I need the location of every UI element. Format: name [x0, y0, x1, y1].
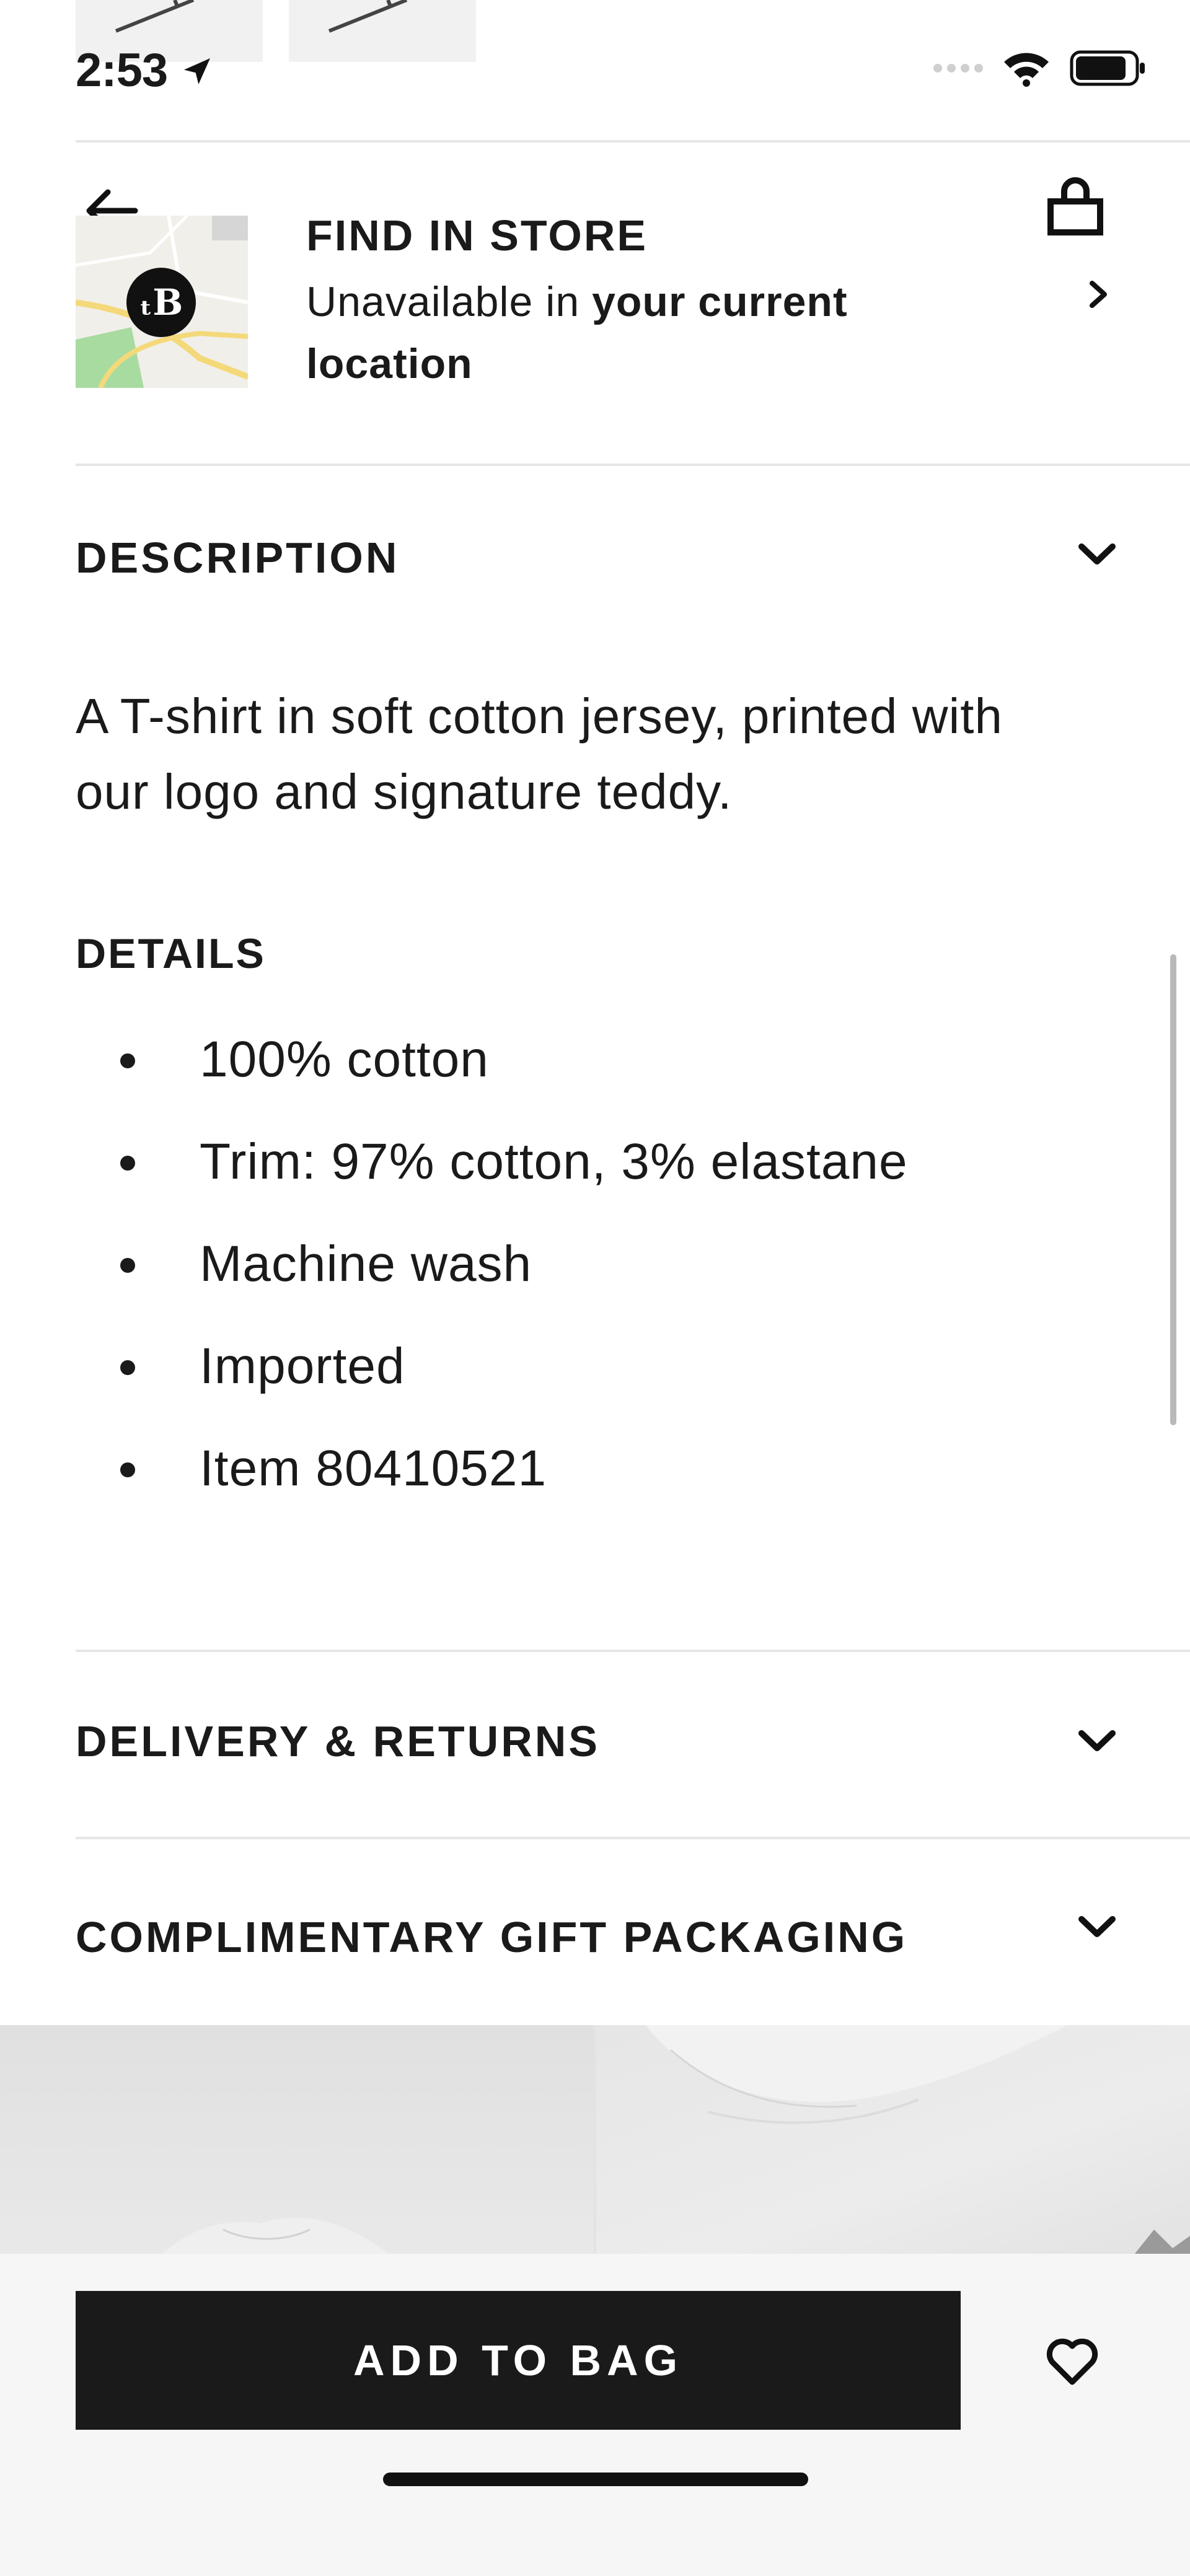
header-divider	[76, 140, 1190, 143]
status-bold-2: location	[306, 340, 473, 387]
status-icons	[933, 50, 1147, 87]
list-item: Item 80410521	[76, 1438, 908, 1540]
detail-text: Trim: 97% cotton, 3% elastane	[200, 1133, 908, 1190]
product-image[interactable]	[596, 2025, 1190, 2261]
divider	[76, 1837, 1190, 1839]
detail-text: Item 80410521	[200, 1440, 547, 1497]
details-list: 100% cotton Trim: 97% cotton, 3% elastan…	[76, 1029, 908, 1540]
list-item: Imported	[76, 1335, 908, 1438]
chevron-right-icon	[1090, 281, 1107, 308]
description-title: DESCRIPTION	[76, 534, 400, 582]
list-item: 100% cotton	[76, 1029, 908, 1131]
store-map-thumbnail: ₜB	[76, 216, 248, 388]
detail-text: Imported	[200, 1338, 405, 1394]
home-indicator[interactable]	[383, 2473, 808, 2486]
bullet	[120, 1053, 135, 1068]
add-to-bag-button[interactable]: ADD TO BAG	[76, 2291, 961, 2430]
status-time: 2:53	[76, 43, 214, 97]
shopping-bag-icon	[1047, 177, 1103, 235]
thumbnail-image-icon	[115, 0, 195, 33]
signal-icon	[933, 64, 983, 73]
gift-packaging-title: COMPLIMENTARY GIFT PACKAGING	[76, 1913, 908, 1961]
list-item: Machine wash	[76, 1233, 908, 1335]
thumbnail-image-icon	[328, 0, 408, 33]
wishlist-button[interactable]	[1041, 2330, 1103, 2392]
status-prefix: Unavailable in	[306, 278, 593, 325]
shopping-bag-button[interactable]	[1044, 177, 1106, 245]
bullet	[120, 1360, 135, 1375]
product-image-carousel[interactable]	[0, 2025, 1190, 2261]
delivery-title: DELIVERY & RETURNS	[76, 1717, 600, 1765]
chevron-down-icon	[1078, 1916, 1116, 1937]
bullet	[120, 1462, 135, 1477]
detail-text: Machine wash	[200, 1236, 532, 1292]
find-in-store-status-2: location	[306, 340, 473, 388]
find-in-store-status: Unavailable in your current	[306, 278, 848, 326]
status-bold-1: your current	[592, 278, 848, 325]
description-text: A T-shirt in soft cotton jersey, printed…	[76, 688, 1003, 819]
find-in-store-title: FIND IN STORE	[306, 211, 648, 260]
wifi-icon	[1004, 53, 1049, 87]
scrollbar[interactable]	[1170, 954, 1176, 1425]
bullet	[120, 1258, 135, 1273]
detail-text: 100% cotton	[200, 1031, 489, 1088]
divider	[76, 1650, 1190, 1652]
heart-icon	[1046, 2338, 1098, 2385]
battery-icon	[1070, 50, 1145, 86]
divider	[76, 464, 1190, 466]
thumbnail-partial-2[interactable]	[289, 0, 476, 62]
details-title: DETAILS	[76, 930, 266, 977]
bullet	[120, 1156, 135, 1171]
location-arrow-icon	[184, 58, 211, 84]
burberry-tb-logo: ₜB	[126, 268, 196, 337]
chevron-down-icon	[1078, 1730, 1116, 1751]
status-time-text: 2:53	[76, 44, 168, 97]
product-image[interactable]	[0, 2025, 594, 2261]
chevron-down-icon	[1078, 543, 1116, 565]
list-item: Trim: 97% cotton, 3% elastane	[76, 1131, 908, 1233]
